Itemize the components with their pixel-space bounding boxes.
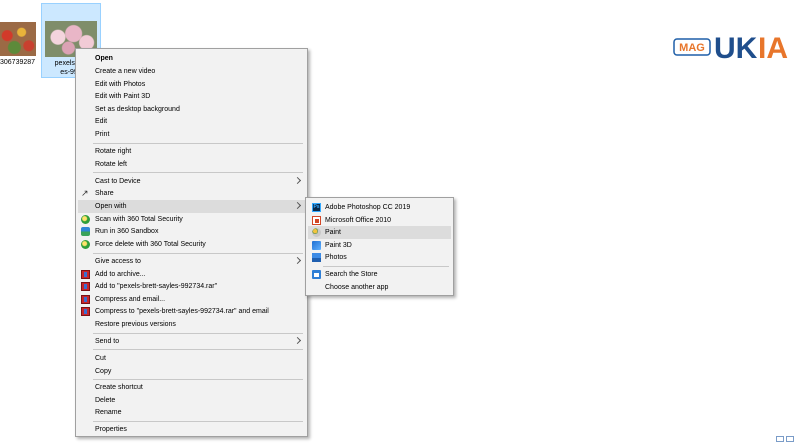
submenu-search-store[interactable]: Search the Store: [308, 268, 451, 281]
chevron-right-icon: [293, 201, 302, 210]
menu-separator: [93, 172, 303, 173]
photoshop-icon: Ps: [312, 203, 321, 212]
menu-separator: [93, 253, 303, 254]
open-with-submenu: Ps Adobe Photoshop CC 2019 Microsoft Offi…: [305, 197, 454, 296]
menu-send-to[interactable]: Send to: [78, 335, 305, 348]
winrar-icon: [81, 282, 90, 291]
360-security-icon: [81, 215, 90, 224]
menu-give-access-to[interactable]: Give access to: [78, 255, 305, 268]
menu-separator: [93, 349, 303, 350]
menu-print[interactable]: Print: [78, 128, 305, 141]
thumbnails-view-icon[interactable]: [786, 436, 794, 442]
logo-brand-text: UK: [714, 32, 758, 64]
winrar-icon: [81, 307, 90, 316]
details-view-icon[interactable]: [776, 436, 784, 442]
menu-copy[interactable]: Copy: [78, 365, 305, 378]
chevron-right-icon: [293, 256, 302, 265]
sandbox-icon: [81, 227, 90, 236]
file-thumbnail: [0, 22, 36, 56]
view-toggle[interactable]: [774, 436, 796, 442]
menu-separator: [93, 333, 303, 334]
menu-separator: [93, 143, 303, 144]
menu-compress-to-rar-email[interactable]: Compress to "pexels-brett-sayles-992734.…: [78, 305, 305, 318]
menu-add-to-rar[interactable]: Add to "pexels-brett-sayles-992734.rar": [78, 280, 305, 293]
menu-separator: [93, 379, 303, 380]
winrar-icon: [81, 295, 90, 304]
menu-separator: [93, 421, 303, 422]
360-security-icon: [81, 240, 90, 249]
store-icon: [312, 270, 321, 279]
menu-create-new-video[interactable]: Create a new video: [78, 65, 305, 78]
menu-rename[interactable]: Rename: [78, 406, 305, 419]
menu-run-360-sandbox[interactable]: Run in 360 Sandbox: [78, 225, 305, 238]
submenu-paint[interactable]: Paint: [308, 226, 451, 239]
menu-edit-with-paint-3d[interactable]: Edit with Paint 3D: [78, 90, 305, 103]
menu-rotate-left[interactable]: Rotate left: [78, 158, 305, 171]
logo-brand-accent: IA: [758, 32, 788, 64]
menu-open-with[interactable]: Open with: [78, 200, 305, 213]
submenu-separator: [323, 266, 449, 267]
menu-rotate-right[interactable]: Rotate right: [78, 145, 305, 158]
submenu-photos[interactable]: Photos: [308, 251, 451, 264]
menu-open[interactable]: Open: [78, 52, 305, 65]
logo-mag-text: MAG: [679, 42, 705, 54]
maguk-logo: MAG UK IA: [673, 32, 788, 64]
context-menu: Open Create a new video Edit with Photos…: [75, 48, 308, 437]
submenu-photoshop[interactable]: Ps Adobe Photoshop CC 2019: [308, 201, 451, 214]
menu-cut[interactable]: Cut: [78, 352, 305, 365]
share-icon: ↗: [81, 188, 89, 198]
menu-edit[interactable]: Edit: [78, 115, 305, 128]
menu-share[interactable]: ↗ Share: [78, 187, 305, 200]
menu-restore-previous-versions[interactable]: Restore previous versions: [78, 318, 305, 331]
menu-force-delete-360[interactable]: Force delete with 360 Total Security: [78, 238, 305, 251]
submenu-choose-another-app[interactable]: Choose another app: [308, 281, 451, 294]
office-icon: [312, 216, 321, 225]
winrar-icon: [81, 270, 90, 279]
photos-icon: [312, 253, 321, 262]
file-name: 306739287: [0, 59, 36, 66]
menu-create-shortcut[interactable]: Create shortcut: [78, 381, 305, 394]
chevron-right-icon: [293, 336, 302, 345]
menu-properties[interactable]: Properties: [78, 423, 305, 436]
desktop-file-1[interactable]: 306739287: [0, 22, 36, 67]
paint-icon: [312, 228, 321, 237]
paint-3d-icon: [312, 241, 321, 250]
chevron-right-icon: [293, 176, 302, 185]
